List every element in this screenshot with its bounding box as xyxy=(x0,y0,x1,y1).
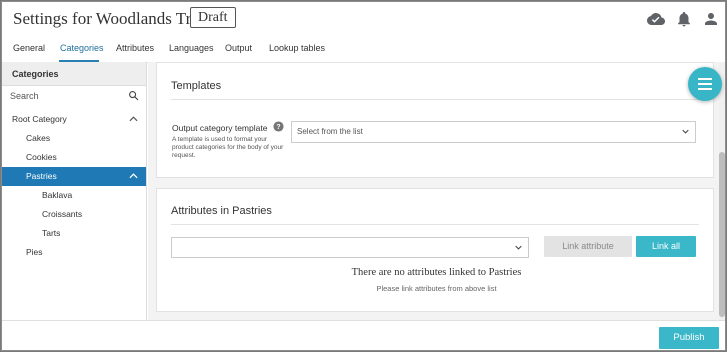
attributes-title: Attributes in Pastries xyxy=(171,205,272,217)
search-icon[interactable] xyxy=(128,90,139,101)
tree-item-pastries[interactable]: Pastries xyxy=(2,167,146,186)
tree-item-cakes[interactable]: Cakes xyxy=(2,129,146,148)
tab-languages[interactable]: Languages xyxy=(169,43,214,53)
hamburger-menu-icon xyxy=(698,78,712,90)
tree-item-root-category[interactable]: Root Category xyxy=(2,110,146,129)
template-select[interactable]: Select from the list xyxy=(291,121,696,143)
divider xyxy=(171,224,699,225)
tree-item-label: Croissants xyxy=(42,209,83,219)
tab-general[interactable]: General xyxy=(13,43,45,53)
settings-window: Settings for Woodlands Treats Draft Gene… xyxy=(1,1,726,351)
scrollbar-thumb[interactable] xyxy=(719,152,725,317)
tree-item-pies[interactable]: Pies xyxy=(2,243,146,262)
tree-item-label: Root Category xyxy=(12,114,67,124)
tab-output[interactable]: Output xyxy=(225,43,252,53)
tree-item-cookies[interactable]: Cookies xyxy=(2,148,146,167)
tree-item-label: Cookies xyxy=(26,152,57,162)
bell-icon[interactable] xyxy=(675,10,693,28)
page-title: Settings for Woodlands Treats xyxy=(13,9,218,28)
help-icon[interactable]: ? xyxy=(273,121,284,132)
category-search xyxy=(2,86,146,106)
status-badge: Draft xyxy=(190,7,236,28)
chevron-down-icon xyxy=(515,245,522,250)
tab-categories[interactable]: Categories xyxy=(60,43,104,53)
empty-state-subtitle: Please link attributes from above list xyxy=(376,284,497,293)
tree-item-tarts[interactable]: Tarts xyxy=(2,224,146,243)
chevron-up-icon[interactable] xyxy=(129,173,138,179)
footer-bar: Publish xyxy=(2,320,725,350)
tree-item-label: Tarts xyxy=(42,228,61,238)
templates-title: Templates xyxy=(171,80,222,92)
tree-item-label: Baklava xyxy=(42,190,73,200)
tree-item-label: Pastries xyxy=(26,171,57,181)
search-input[interactable] xyxy=(2,86,146,106)
tree-item-croissants[interactable]: Croissants xyxy=(2,205,146,224)
category-sidebar: Categories Root Category Cakes Cookies P… xyxy=(2,62,147,320)
tree-item-baklava[interactable]: Baklava xyxy=(2,186,146,205)
user-icon[interactable] xyxy=(702,10,720,28)
link-attribute-button[interactable]: Link attribute xyxy=(544,236,632,257)
tree-item-label: Cakes xyxy=(26,133,51,143)
empty-state-title: There are no attributes linked to Pastri… xyxy=(351,267,522,278)
tree-item-label: Pies xyxy=(26,247,43,257)
publish-button[interactable]: Publish xyxy=(659,327,719,349)
templates-card: Templates Output category template ? A t… xyxy=(156,62,714,178)
header: Settings for Woodlands Treats Draft xyxy=(2,2,725,36)
cloud-check-icon[interactable] xyxy=(647,10,665,28)
sidebar-heading: Categories xyxy=(2,62,146,86)
template-select-value: Select from the list xyxy=(297,127,363,136)
svg-text:?: ? xyxy=(276,124,280,131)
tab-bar: General Categories Attributes Languages … xyxy=(2,36,725,63)
tab-attributes[interactable]: Attributes xyxy=(116,43,154,53)
menu-fab-button[interactable] xyxy=(688,67,722,101)
output-template-label: Output category template xyxy=(172,123,268,133)
template-hint: A template is used to format your produc… xyxy=(172,136,284,159)
tab-lookup-tables[interactable]: Lookup tables xyxy=(269,43,325,53)
chevron-down-icon xyxy=(682,129,689,134)
attribute-select[interactable] xyxy=(171,237,529,258)
main-content: Templates Output category template ? A t… xyxy=(148,62,725,320)
link-all-button[interactable]: Link all xyxy=(636,236,696,257)
divider xyxy=(171,99,699,100)
chevron-up-icon[interactable] xyxy=(129,116,138,122)
